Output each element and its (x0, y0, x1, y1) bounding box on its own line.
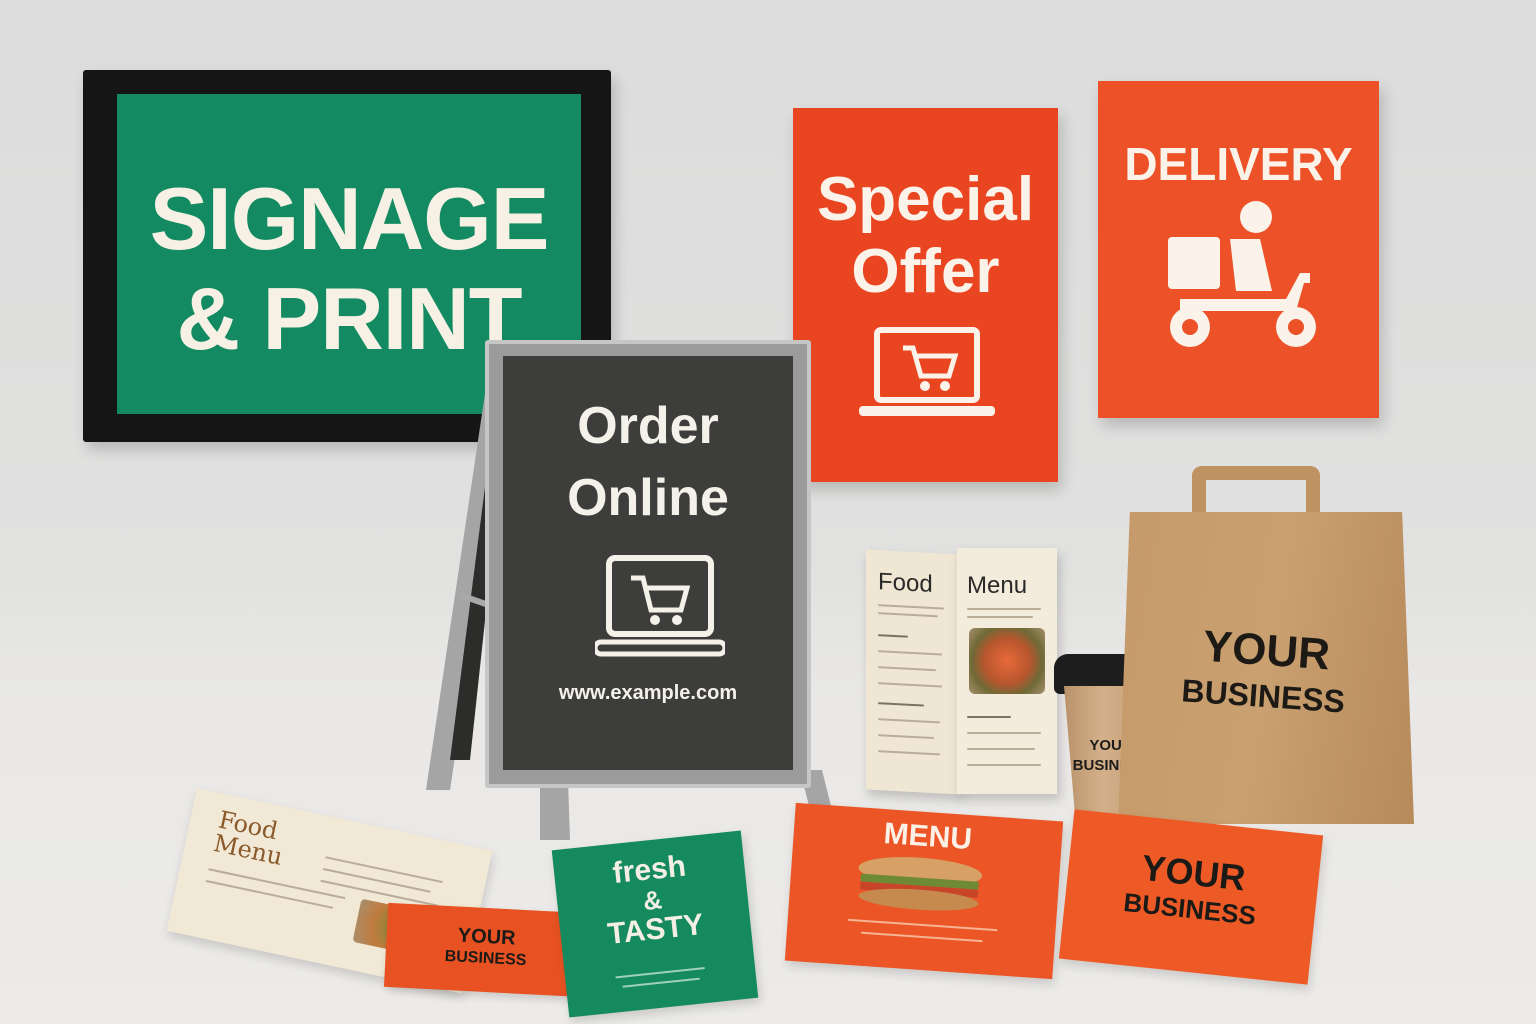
special-offer-line-1: Special (816, 165, 1035, 234)
menu-card: MENU (784, 802, 1064, 980)
fresh-tasty-card: fresh & TASTY (551, 830, 759, 1018)
laptop-cart-icon (859, 327, 995, 416)
delivery-scooter-icon (1168, 201, 1316, 347)
board-line-2: Online (567, 469, 729, 527)
board-line-1: Order (577, 397, 719, 455)
signage-line-1: SIGNAGE (149, 169, 550, 268)
food-photo (969, 628, 1045, 694)
sandwich-board-panel: Order Online www.example.com (503, 356, 793, 770)
special-offer-line-2: Offer (851, 237, 1000, 306)
board-url: www.example.com (558, 682, 738, 704)
laptop-cart-icon (595, 555, 725, 657)
sandwich-board: Order Online www.example.com (485, 340, 811, 788)
business-card-large: YOUR BUSINESS (1058, 809, 1324, 985)
sandwich-illustration (858, 857, 983, 911)
business-card-small: YOUR BUSINESS (383, 902, 589, 998)
trifold-right-heading: Menu (967, 572, 1028, 599)
trifold-menu-left-panel: Food (866, 549, 961, 795)
delivery-poster: DELIVERY (1098, 81, 1379, 418)
trifold-left-heading: Food (878, 568, 933, 599)
bag-label: YOUR BUSINESS (1147, 618, 1383, 724)
delivery-title: DELIVERY (1124, 138, 1353, 190)
trifold-menu-right-panel: Menu (957, 548, 1057, 794)
